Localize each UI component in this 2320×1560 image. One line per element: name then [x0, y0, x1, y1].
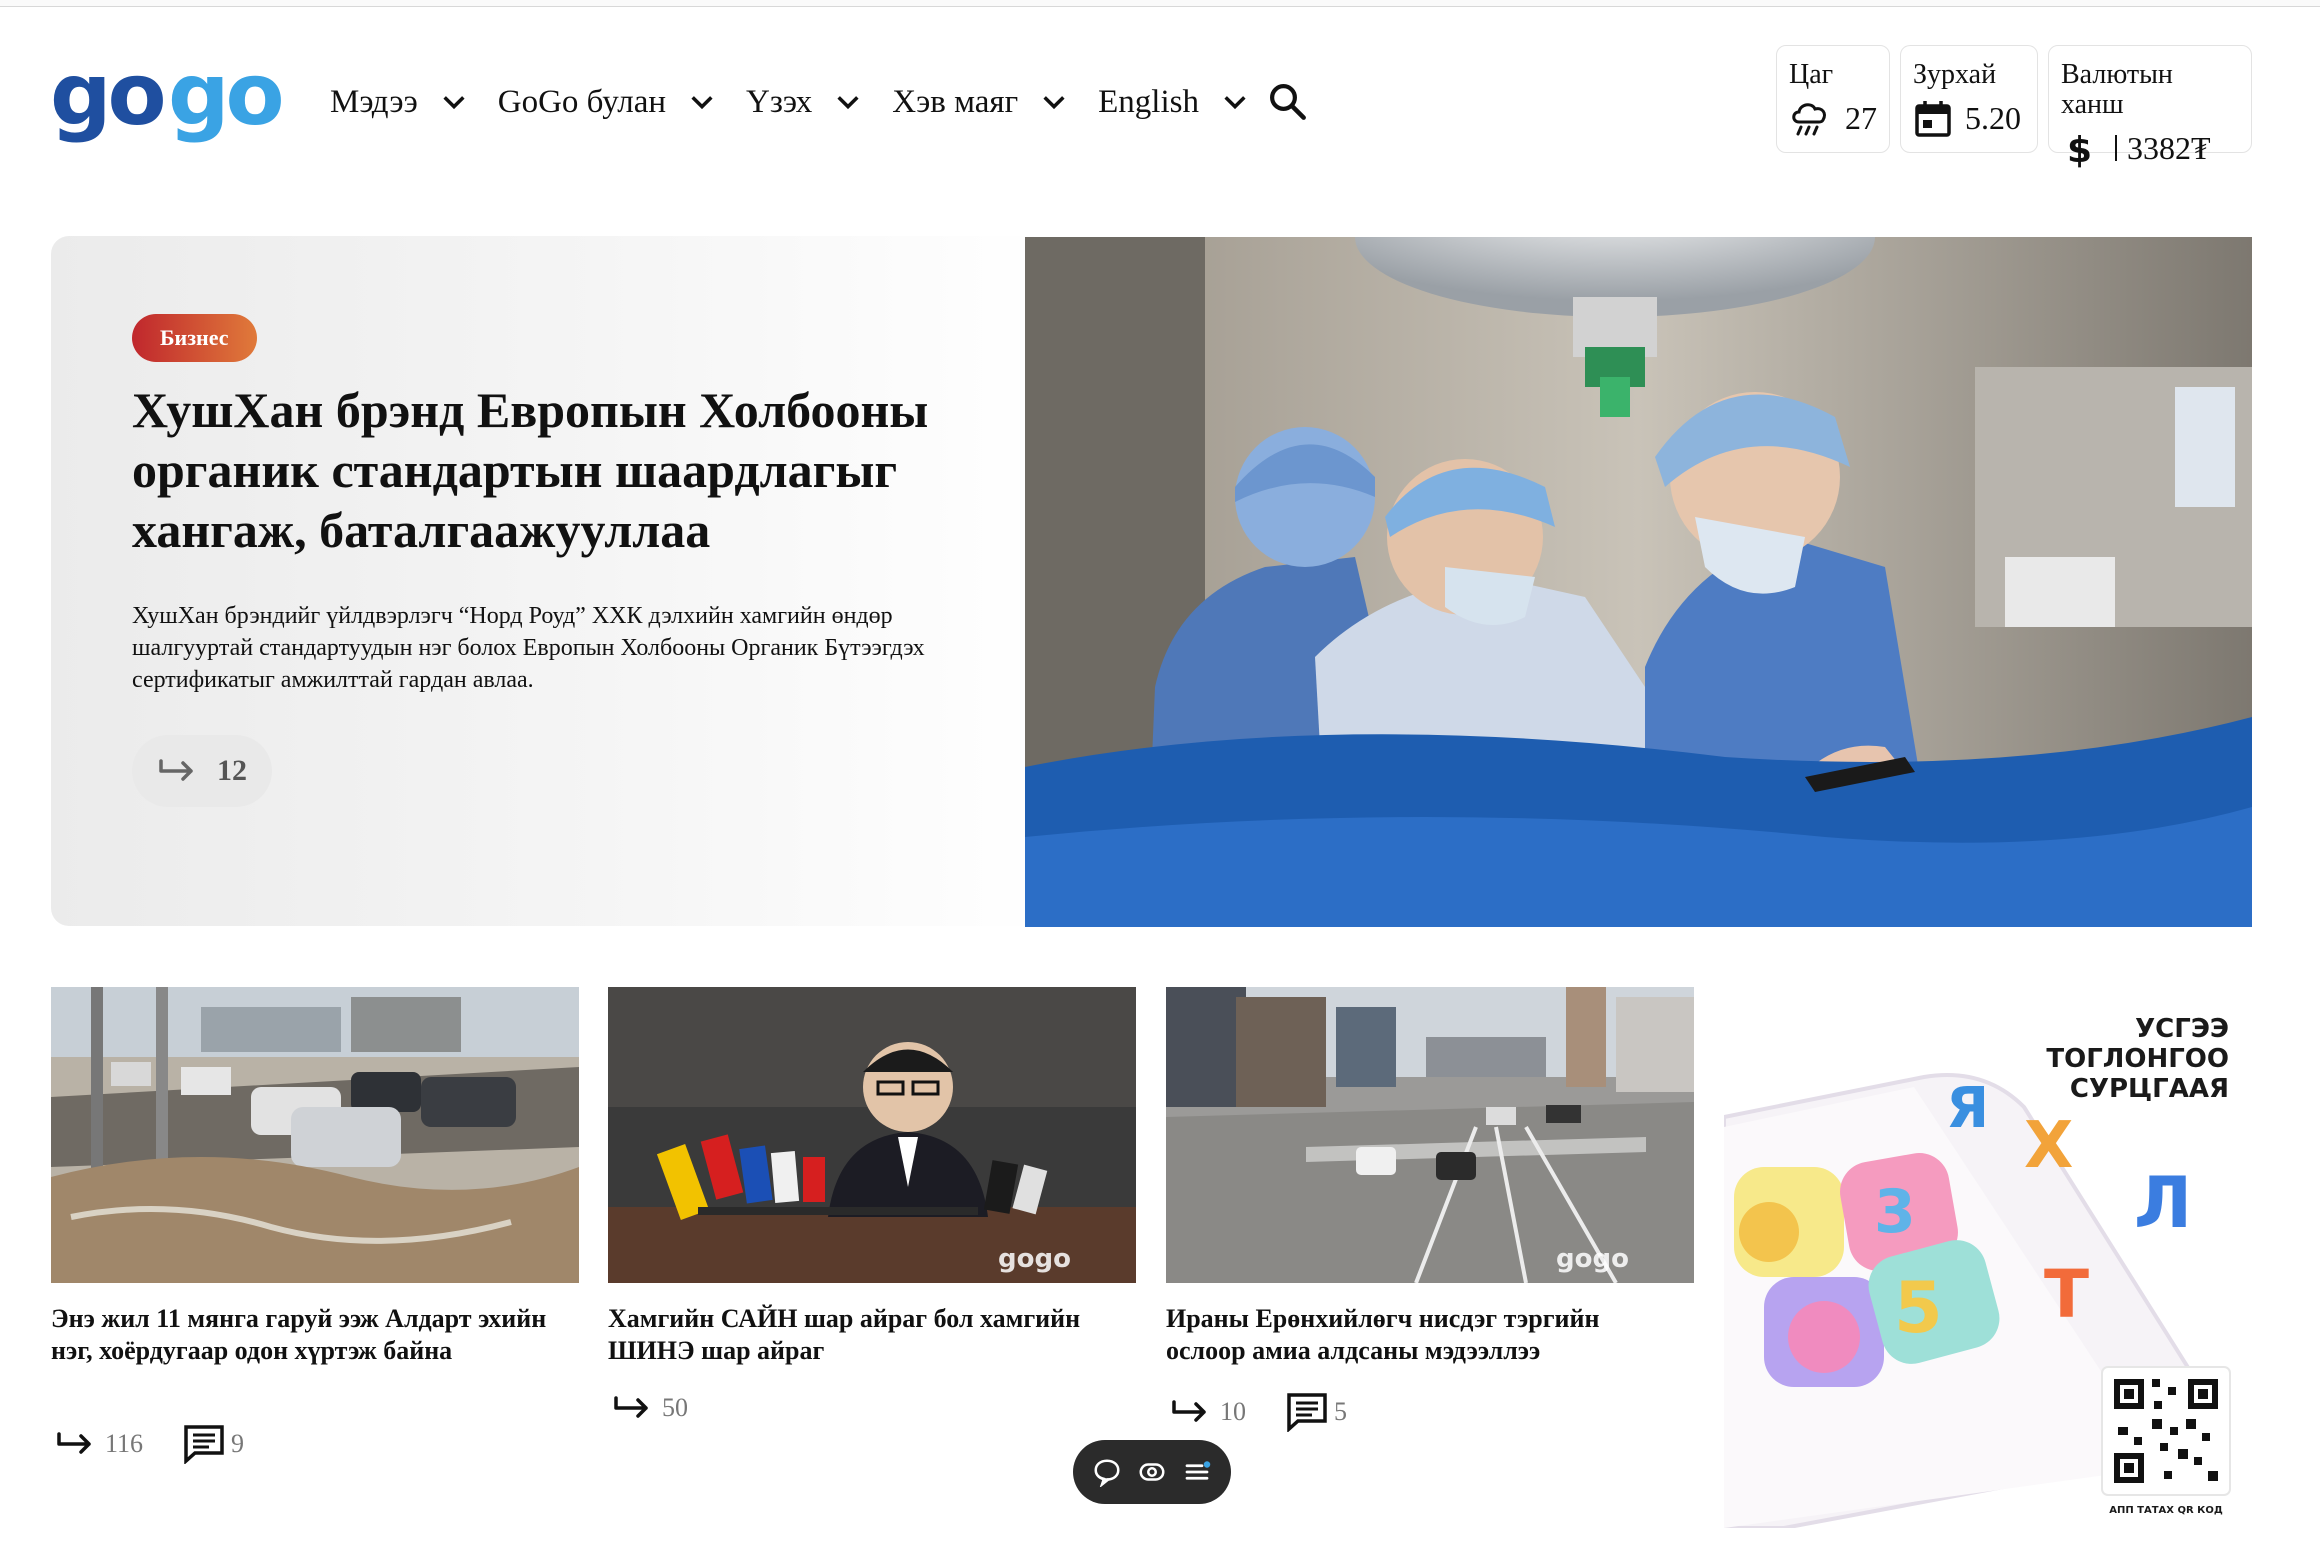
ad-artwork: УСГЭЭ ТОГЛОНГОО СУРЦГААЯ 3 5 Я Х Л Т АПП…: [1724, 987, 2252, 1528]
city-intersection-photo: gogo: [1166, 987, 1694, 1283]
article-title[interactable]: Энэ жил 11 мянга гаруй ээж Алдарт эхийн …: [51, 1303, 551, 1367]
share-count: 10: [1220, 1397, 1246, 1426]
nav-label: Мэдээ: [330, 83, 418, 120]
hero-title[interactable]: ХушХан брэнд Европын Холбооны органик ст…: [132, 380, 1012, 560]
article-title[interactable]: Хамгийн САЙН шар айраг бол хамгийн ШИНЭ …: [608, 1303, 1108, 1367]
menu-icon[interactable]: [1182, 1457, 1212, 1487]
search-icon[interactable]: [1266, 80, 1308, 122]
nav-label: Үзэх: [746, 83, 813, 120]
floating-toolbar: [1073, 1440, 1231, 1504]
article-title[interactable]: Ираны Ерөнхийлөгч нисдэг тэргийн ослоор …: [1166, 1303, 1666, 1367]
svg-text:5: 5: [1894, 1267, 1943, 1349]
calendar-icon: [1915, 101, 1951, 137]
comment-count: 5: [1334, 1397, 1347, 1426]
svg-text:Л: Л: [2134, 1162, 2192, 1244]
main-nav: Мэдээ GoGo булан Үзэх Хэв маяг English: [330, 72, 1279, 132]
gogo-logo[interactable]: go go: [50, 45, 290, 145]
svg-text:Я: Я: [1946, 1076, 1989, 1141]
share-count: 50: [662, 1393, 688, 1422]
nav-label: Хэв маяг: [892, 83, 1019, 120]
ad-headline: УСГЭЭ: [2135, 1014, 2229, 1044]
share-icon[interactable]: [612, 1392, 652, 1424]
svg-text:3: 3: [1874, 1177, 1916, 1247]
nav-item-gogo-corner[interactable]: GoGo булан: [498, 84, 716, 121]
dollar-icon: $: [2067, 130, 2092, 168]
comment-count: 9: [231, 1429, 245, 1458]
calendar-value: 5.20: [1965, 99, 2021, 136]
nav-item-news[interactable]: Мэдээ: [330, 84, 468, 121]
svg-text:go: go: [168, 52, 282, 144]
article-stats: 50: [612, 1392, 728, 1424]
chat-icon[interactable]: [1092, 1457, 1122, 1487]
qr-caption: АПП ТАТАХ QR КОД: [2109, 1505, 2223, 1516]
share-count: 116: [105, 1429, 144, 1458]
share-icon: [159, 759, 193, 781]
flooded-street-photo: [51, 987, 579, 1283]
nav-item-watch[interactable]: Үзэх: [746, 84, 862, 121]
hero-share-count: 12: [217, 754, 247, 787]
nav-label: English: [1098, 83, 1199, 120]
ad-banner[interactable]: УСГЭЭ ТОГЛОНГОО СУРЦГААЯ 3 5 Я Х Л Т АПП…: [1724, 987, 2252, 1528]
chevron-down-icon: [443, 96, 465, 110]
hero-description: ХушХан брэндийг үйлдвэрлэгч “Норд Роуд” …: [132, 603, 925, 693]
calendar-label: Зурхай: [1913, 59, 1997, 90]
logo-mark: go go: [50, 45, 286, 145]
comment-icon[interactable]: [1286, 1392, 1328, 1432]
cloud-rain-icon: [1792, 103, 1826, 136]
weather-label: Цаг: [1789, 59, 1834, 90]
ad-headline: СУРЦГААЯ: [2070, 1074, 2229, 1104]
category-badge[interactable]: Бизнес: [132, 314, 257, 362]
share-icon[interactable]: [1170, 1396, 1210, 1428]
nav-label: GoGo булан: [497, 83, 667, 120]
weather-value: 27: [1845, 99, 1877, 136]
currency-widget[interactable]: Валютын ханш $ 3382₮: [2048, 45, 2252, 168]
svg-text:go: go: [50, 52, 164, 144]
nav-item-english[interactable]: English: [1098, 84, 1249, 121]
svg-text:Х: Х: [2024, 1109, 2073, 1183]
weather-widget[interactable]: Цаг 27: [1776, 45, 1890, 153]
article-image[interactable]: [51, 987, 579, 1283]
ad-headline: ТОГЛОНГОО: [2046, 1044, 2229, 1074]
currency-value: 3382₮: [2127, 129, 2211, 166]
hero-share-button[interactable]: 12: [132, 735, 272, 807]
article-image[interactable]: gogo: [608, 987, 1136, 1283]
svg-text:$: $: [2067, 130, 2092, 168]
surgeons-operating-room-photo: [1025, 237, 2252, 927]
article-stats: 10 5: [1170, 1392, 1387, 1432]
nav-item-style[interactable]: Хэв маяг: [892, 84, 1068, 121]
chevron-down-icon: [1224, 96, 1246, 110]
browser-top-border: [0, 0, 2320, 7]
eye-icon[interactable]: [1137, 1457, 1167, 1487]
calendar-widget[interactable]: Зурхай 5.20: [1900, 45, 2038, 153]
article-image[interactable]: gogo: [1166, 987, 1694, 1283]
currency-label: Валютын ханш: [2061, 59, 2173, 120]
hero-image[interactable]: [1025, 237, 2252, 927]
watermark-text: gogo: [998, 1244, 1071, 1274]
comment-icon[interactable]: [183, 1424, 225, 1464]
currency-ticker-divider: [2115, 135, 2117, 161]
chevron-down-icon: [837, 96, 859, 110]
article-stats: 116 9: [55, 1424, 284, 1464]
share-icon[interactable]: [55, 1428, 95, 1460]
svg-text:Т: Т: [2044, 1256, 2089, 1333]
chevron-down-icon: [691, 96, 713, 110]
chevron-down-icon: [1043, 96, 1065, 110]
watermark-text: gogo: [1556, 1244, 1629, 1274]
press-conference-photo: gogo: [608, 987, 1136, 1283]
